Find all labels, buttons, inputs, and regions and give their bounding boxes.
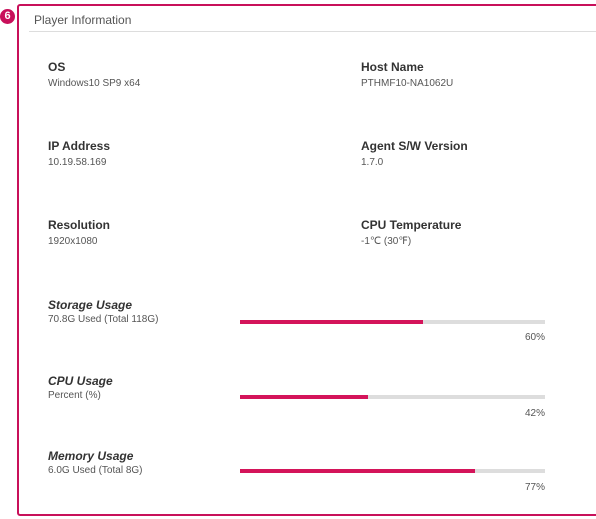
storage-usage-label: Storage Usage — [48, 298, 133, 312]
memory-usage-label: Memory Usage — [48, 449, 134, 463]
cpu-usage-percent: 42% — [524, 408, 545, 419]
title-divider — [29, 31, 596, 32]
host-name-label: Host Name — [361, 60, 424, 74]
step-number-badge: 6 — [0, 9, 15, 24]
agent-version-label: Agent S/W Version — [361, 139, 468, 153]
host-name-field: Host Name PTHMF10-NA1062U — [361, 60, 453, 90]
agent-version-field: Agent S/W Version 1.7.0 — [361, 139, 468, 169]
cpu-usage-bar-fill — [240, 395, 369, 399]
memory-usage-bar — [240, 469, 545, 473]
cpu-temperature-label: CPU Temperature — [361, 218, 462, 232]
os-label: OS — [48, 60, 66, 74]
ip-address-label: IP Address — [48, 139, 111, 153]
cpu-temperature-value: -1℃ (30℉) — [361, 236, 412, 247]
storage-usage-bar-fill — [240, 320, 423, 324]
cpu-usage-label: CPU Usage — [48, 374, 113, 388]
cpu-usage-detail: Percent (%) — [48, 390, 101, 401]
panel-title: Player Information — [34, 13, 132, 27]
os-value: Windows10 SP9 x64 — [48, 78, 141, 89]
cpu-usage-bar — [240, 395, 545, 399]
storage-usage-percent: 60% — [524, 332, 545, 343]
memory-usage-percent: 77% — [524, 482, 545, 493]
os-field: OS Windows10 SP9 x64 — [48, 60, 140, 90]
agent-version-value: 1.7.0 — [361, 157, 384, 168]
cpu-temperature-field: CPU Temperature -1℃ (30℉) — [361, 218, 461, 248]
resolution-field: Resolution 1920x1080 — [48, 218, 110, 248]
host-name-value: PTHMF10-NA1062U — [361, 78, 454, 89]
resolution-label: Resolution — [48, 218, 110, 232]
storage-usage-detail: 70.8G Used (Total 118G) — [48, 314, 159, 325]
ip-address-field: IP Address 10.19.58.169 — [48, 139, 110, 169]
ip-address-value: 10.19.58.169 — [48, 157, 107, 168]
storage-usage-bar — [240, 320, 545, 324]
memory-usage-bar-fill — [240, 469, 475, 473]
resolution-value: 1920x1080 — [48, 236, 98, 247]
memory-usage-detail: 6.0G Used (Total 8G) — [48, 465, 143, 476]
